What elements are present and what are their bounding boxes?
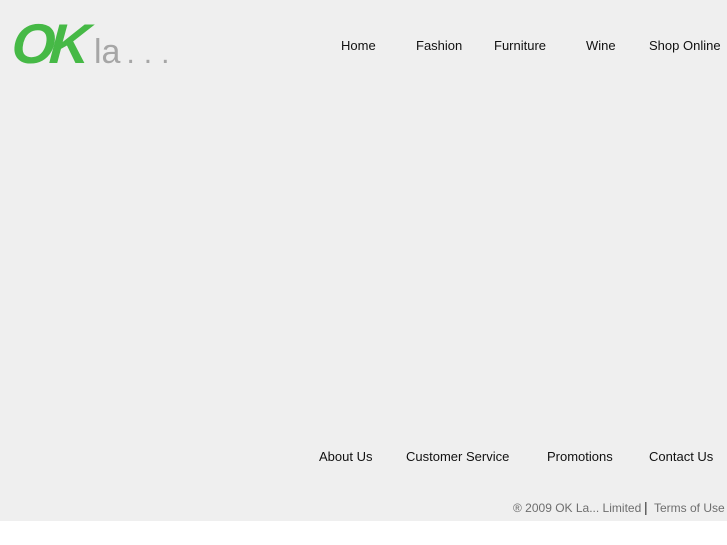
nav-link-home[interactable]: Home	[341, 38, 376, 54]
copyright-text: ® 2009 OK La... Limited	[513, 501, 642, 515]
logo-ok-text: OK	[9, 12, 87, 75]
nav-link-furniture[interactable]: Furniture	[494, 38, 546, 54]
nav-link-contact-us[interactable]: Contact Us	[649, 449, 713, 465]
nav-link-wine[interactable]: Wine	[586, 38, 616, 54]
logo-la-text: la	[94, 33, 121, 71]
nav-link-fashion[interactable]: Fashion	[416, 38, 462, 54]
nav-link-customer-service[interactable]: Customer Service	[406, 449, 509, 465]
nav-link-shop-online[interactable]: Shop Online	[649, 38, 721, 54]
footer-separator: |	[644, 499, 648, 515]
nav-link-about-us[interactable]: About Us	[319, 449, 372, 465]
terms-of-use-link[interactable]: Terms of Use	[654, 500, 725, 516]
site-logo[interactable]: OK la ...	[9, 12, 178, 75]
logo-dots-text: ...	[126, 37, 179, 70]
page-background: OK la ... Home Fashion Furniture Wine Sh…	[0, 0, 727, 521]
nav-link-promotions[interactable]: Promotions	[547, 449, 613, 465]
